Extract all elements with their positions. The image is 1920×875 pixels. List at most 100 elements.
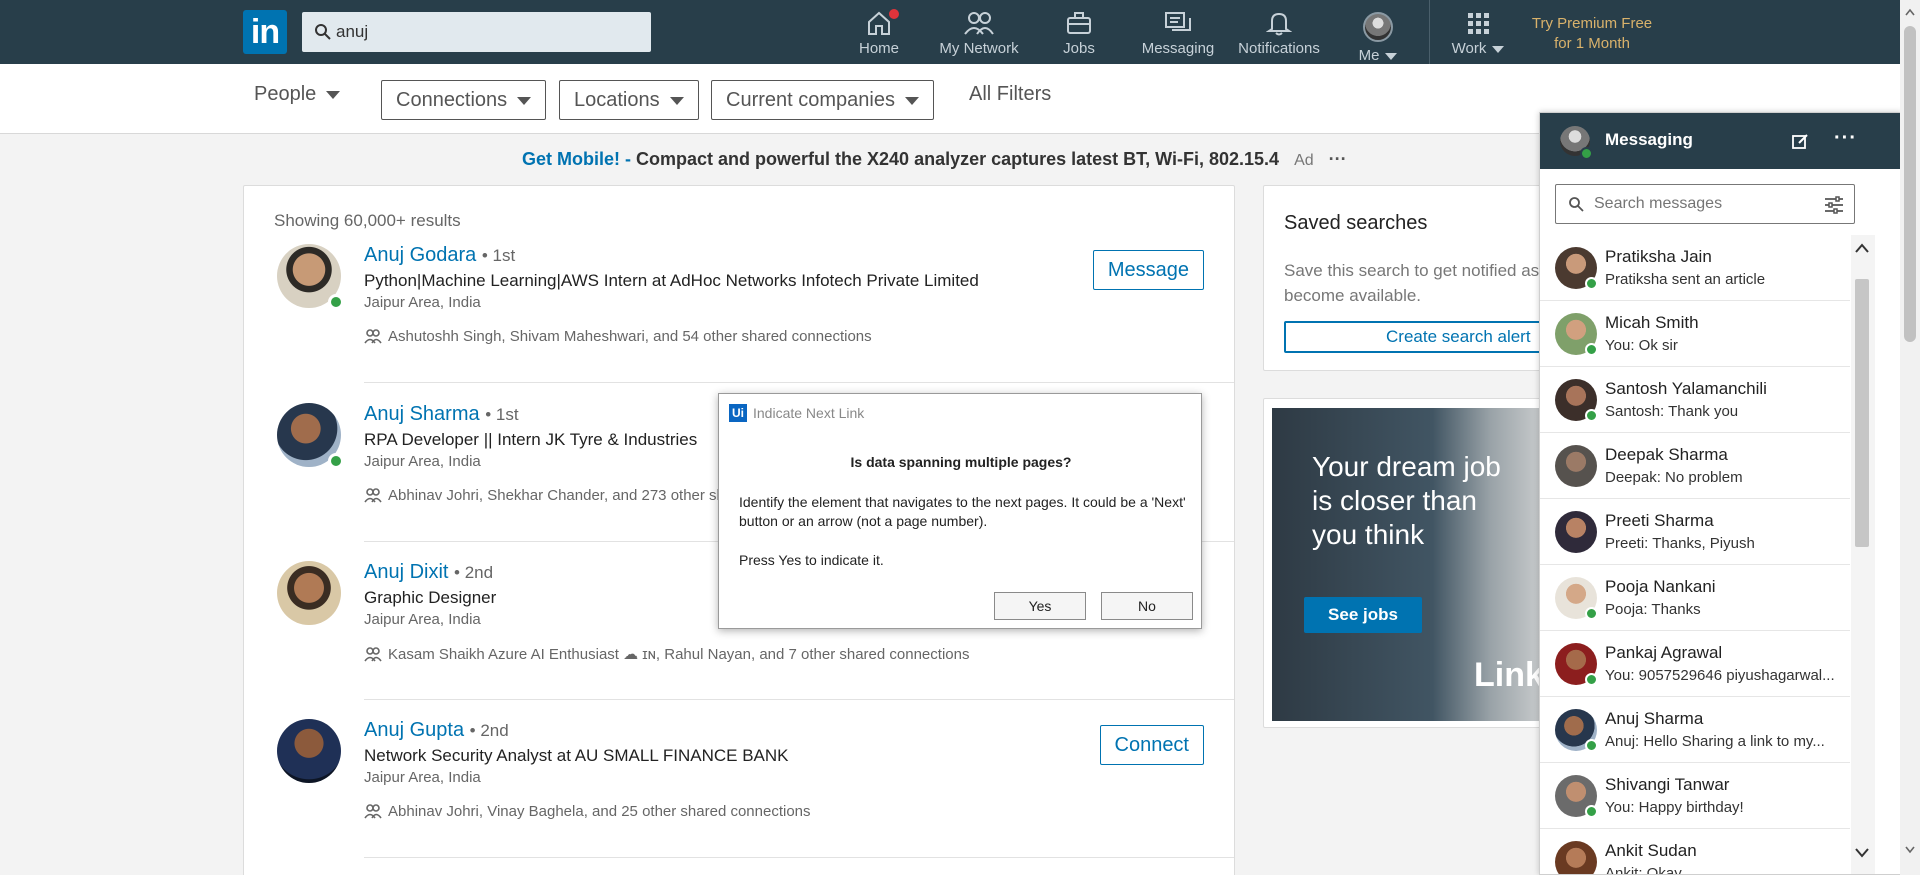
result-name-link[interactable]: Anuj Godara [364, 244, 476, 266]
online-status-dot [1585, 739, 1598, 752]
page-scrollbar[interactable] [1900, 0, 1920, 875]
job-ad-banner[interactable]: Your dream job is closer than you think … [1263, 398, 1563, 728]
shared-connections-text: Abhinav Johri, Vinay Baghela, and 25 oth… [388, 803, 811, 820]
shared-connections-icon [364, 329, 382, 344]
chevron-down-icon[interactable] [1855, 848, 1869, 858]
nav-my-network[interactable]: My Network [935, 8, 1023, 60]
conversation-item[interactable]: Ankit Sudan Ankit: Okay [1540, 829, 1850, 874]
more-options-icon[interactable]: ··· [1834, 127, 1857, 150]
filter-icon[interactable] [1824, 196, 1844, 214]
scrollbar-thumb[interactable] [1855, 279, 1869, 547]
conversation-item[interactable]: Pooja Nankani Pooja: Thanks [1540, 565, 1850, 631]
compose-icon[interactable] [1791, 132, 1809, 150]
current-companies-filter-button[interactable]: Current companies [711, 80, 934, 120]
yes-button[interactable]: Yes [994, 592, 1086, 620]
result-name-link[interactable]: Anuj Dixit [364, 561, 448, 583]
locations-filter-button[interactable]: Locations [559, 80, 699, 120]
messaging-header[interactable]: Messaging ··· [1540, 113, 1901, 169]
connect-button[interactable]: Connect [1099, 725, 1204, 765]
scrollbar-thumb[interactable] [1904, 26, 1916, 342]
shared-connections-line[interactable]: Abhinav Johri, Vinay Baghela, and 25 oth… [364, 803, 811, 820]
create-search-alert-button[interactable]: Create search alert [1284, 321, 1562, 353]
more-options-icon[interactable]: ··· [1329, 149, 1347, 169]
shared-connections-line[interactable]: Kasam Shaikh Azure AI Enthusiast ☁ ɪɴ, R… [364, 645, 969, 663]
briefcase-icon [1067, 12, 1091, 34]
linkedin-logo[interactable]: in [243, 10, 287, 54]
result-headline: RPA Developer || Intern JK Tyre & Indust… [364, 430, 698, 449]
ad-body-text[interactable]: Compact and powerful the X240 analyzer c… [636, 149, 1279, 169]
conversation-item[interactable]: Shivangi Tanwar You: Happy birthday! [1540, 763, 1850, 829]
nav-work[interactable]: Work [1448, 8, 1508, 60]
uipath-logo: Ui [729, 404, 747, 422]
premium-line-2: for 1 Month [1554, 35, 1630, 52]
conversation-name: Pooja Nankani [1605, 577, 1716, 596]
conversation-name: Anuj Sharma [1605, 709, 1704, 728]
conversation-snippet: Santosh: Thank you [1605, 403, 1739, 420]
result-location: Jaipur Area, India [364, 769, 481, 786]
avatar[interactable] [277, 719, 341, 783]
see-jobs-button[interactable]: See jobs [1304, 597, 1422, 633]
result-headline: Graphic Designer [364, 588, 497, 607]
people-dropdown-label: People [254, 83, 317, 105]
shared-connections-text: Kasam Shaikh Azure AI Enthusiast ☁ ɪɴ, R… [388, 646, 970, 663]
online-status-dot [1585, 277, 1598, 290]
chevron-down-icon [904, 96, 919, 105]
nav-notifications[interactable]: Notifications [1237, 8, 1321, 60]
no-button[interactable]: No [1101, 592, 1193, 620]
conversation-item[interactable]: Anuj Sharma Anuj: Hello Sharing a link to… [1540, 697, 1850, 763]
result-name-line: Anuj Sharma • 1st [364, 403, 519, 426]
avatar[interactable] [277, 561, 341, 625]
current-companies-filter-label: Current companies [726, 89, 895, 111]
global-search-box[interactable] [302, 12, 651, 52]
ad-link-text[interactable]: Get Mobile! - [522, 149, 631, 169]
bell-icon [1266, 12, 1292, 36]
connections-filter-button[interactable]: Connections [381, 80, 547, 120]
chevron-down-icon [517, 96, 532, 105]
nav-me[interactable]: Me [1352, 8, 1404, 64]
shared-connections-line[interactable]: Ashutoshh Singh, Shivam Maheshwari, and … [364, 328, 872, 345]
shared-connections-line[interactable]: Abhinav Johri, Shekhar Chander, and 273 … [364, 487, 725, 504]
result-name-link[interactable]: Anuj Sharma [364, 403, 480, 425]
saved-text-line-2: become available. [1284, 286, 1422, 305]
try-premium-link[interactable]: Try Premium Free for 1 Month [1518, 14, 1666, 54]
conversation-item[interactable]: Micah Smith You: Ok sir [1540, 301, 1850, 367]
conversation-item[interactable]: Deepak Sharma Deepak: No problem [1540, 433, 1850, 499]
shared-connections-text: Abhinav Johri, Shekhar Chander, and 273 … [388, 487, 725, 504]
messaging-scrollbar[interactable] [1851, 235, 1875, 874]
conversation-name: Shivangi Tanwar [1605, 775, 1730, 794]
chevron-down-icon[interactable] [1905, 846, 1915, 854]
divider [364, 382, 1234, 383]
online-status-dot [1585, 343, 1598, 356]
all-filters-button[interactable]: All Filters [969, 83, 1051, 106]
nav-home[interactable]: Home [854, 7, 904, 60]
chevron-up-icon[interactable] [1855, 243, 1869, 253]
result-name-link[interactable]: Anuj Gupta [364, 719, 464, 741]
sponsored-text-ad[interactable]: Get Mobile! - Compact and powerful the X… [522, 149, 1347, 170]
global-search-input[interactable] [336, 16, 636, 48]
conversation-item[interactable]: Pankaj Agrawal You: 9057529646 piyushagar… [1540, 631, 1850, 697]
avatar [1363, 12, 1393, 42]
result-headline: Python|Machine Learning|AWS Intern at Ad… [364, 271, 979, 290]
messaging-search-box[interactable] [1555, 184, 1855, 224]
message-button[interactable]: Message [1092, 250, 1204, 290]
shared-connections-icon [364, 488, 382, 503]
messaging-search-input[interactable] [1594, 190, 1814, 218]
conversation-item[interactable]: Santosh Yalamanchili Santosh: Thank you [1540, 367, 1850, 433]
online-status-dot [1585, 409, 1598, 422]
nav-jobs-label: Jobs [1063, 40, 1095, 57]
nav-jobs[interactable]: Jobs [1057, 8, 1101, 60]
conversation-item[interactable]: Preeti Sharma Preeti: Thanks, Piyush [1540, 499, 1850, 565]
conversation-item[interactable]: Pratiksha Jain Pratiksha sent an article [1540, 235, 1850, 301]
ad-headline: Your dream job is closer than you think [1312, 451, 1501, 550]
nav-me-label: Me [1358, 47, 1380, 64]
saved-searches-description: Save this search to get notified as becom… [1284, 258, 1562, 308]
nav-messaging[interactable]: Messaging [1140, 8, 1216, 60]
chevron-up-icon[interactable] [1905, 8, 1915, 16]
notification-badge [887, 7, 901, 21]
people-dropdown[interactable]: People [254, 83, 341, 106]
result-location: Jaipur Area, India [364, 453, 481, 470]
nav-divider [1429, 0, 1430, 64]
locations-filter-label: Locations [574, 89, 660, 111]
conversation-snippet: You: 9057529646 piyushagarwal... [1605, 667, 1835, 684]
chevron-down-icon [1385, 52, 1398, 60]
